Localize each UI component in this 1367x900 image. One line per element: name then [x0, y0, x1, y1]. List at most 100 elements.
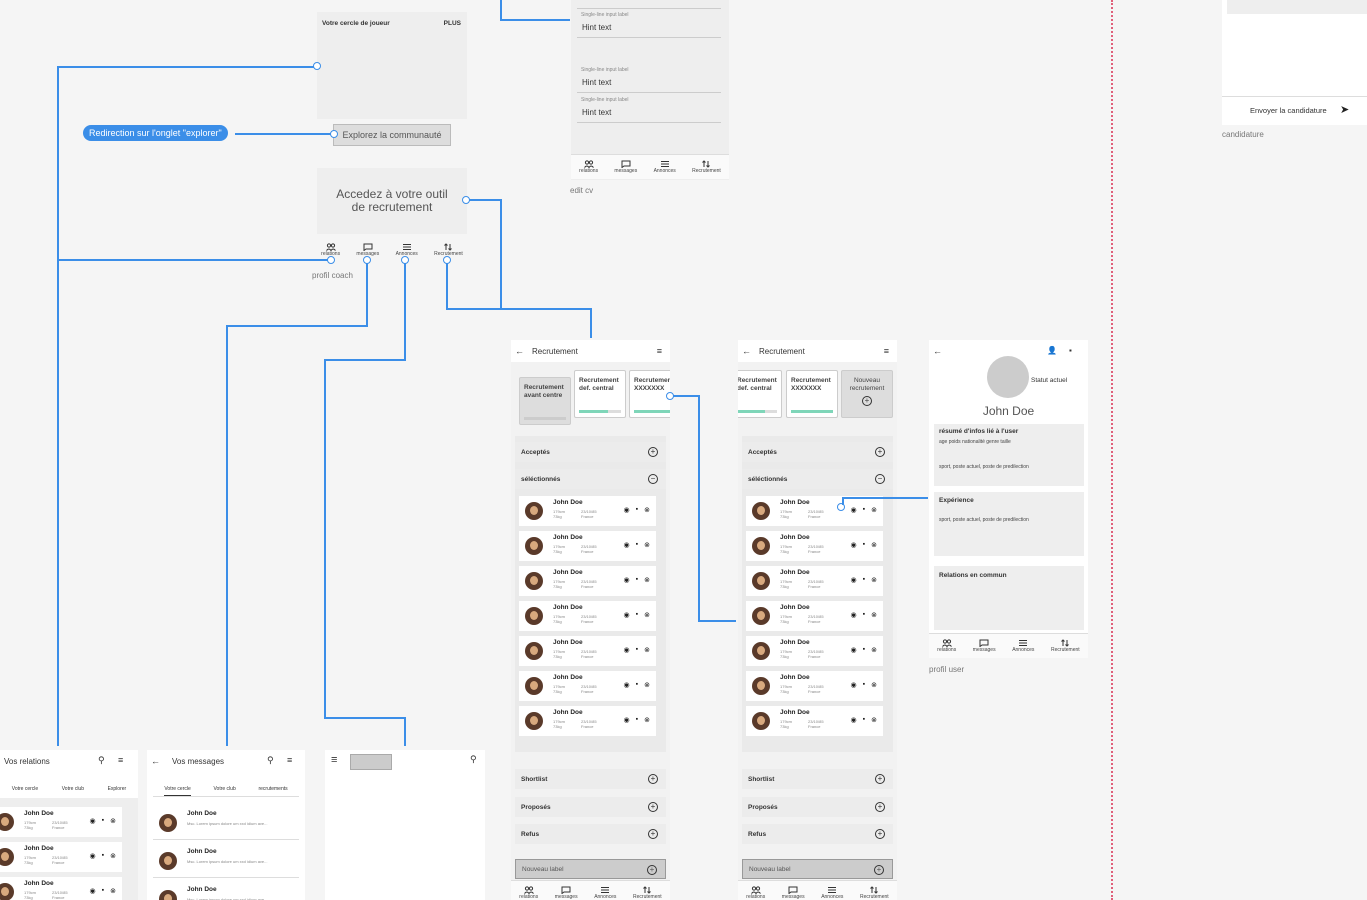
candidate-card[interactable]: John Doe 179cm 73kg 23/10/85 France ◉ ▪ ⊗: [519, 671, 656, 701]
message-icon[interactable]: ▪: [636, 681, 638, 689]
add-icon[interactable]: +: [875, 802, 885, 812]
nav-annonces[interactable]: Annonces: [1012, 639, 1034, 653]
candidate-card[interactable]: John Doe 179cm 73kg 23/10/85 France ◉ ▪ ⊗: [746, 566, 883, 596]
close-icon[interactable]: ⊗: [871, 716, 877, 724]
candidate-card[interactable]: John Doe 179cm 73kg 23/10/85 France ◉ ▪ ⊗: [746, 601, 883, 631]
eye-icon[interactable]: ◉: [624, 506, 630, 514]
candidate-card[interactable]: John Doe 179cm 73kg 23/10/85 France ◉ ▪ ⊗: [746, 496, 883, 526]
message-icon[interactable]: ▪: [102, 817, 104, 825]
eye-icon[interactable]: ◉: [624, 646, 630, 654]
close-icon[interactable]: ⊗: [644, 646, 650, 654]
message-icon[interactable]: ▪: [636, 506, 638, 514]
send-icon[interactable]: ➤: [1340, 103, 1349, 116]
eye-icon[interactable]: ◉: [851, 506, 857, 514]
message-item[interactable]: John Doe Msc. Lorem ipsum dolore um xxd i…: [153, 807, 299, 840]
close-icon[interactable]: ⊗: [644, 611, 650, 619]
nav-relations[interactable]: relations: [579, 160, 598, 174]
search-placeholder-block[interactable]: [350, 754, 392, 770]
close-icon[interactable]: ⊗: [871, 541, 877, 549]
eye-icon[interactable]: ◉: [90, 887, 96, 895]
nav-relations[interactable]: relations: [746, 886, 765, 900]
candidate-card[interactable]: John Doe 179cm 73kg 23/10/85 France ◉ ▪ ⊗: [519, 566, 656, 596]
chip-recrutement-xxxxxxx[interactable]: Recrutement XXXXXXX: [786, 370, 838, 418]
candidate-card[interactable]: John Doe 179cm 73kg 23/10/85 France ◉ ▪ ⊗: [519, 601, 656, 631]
section-proposes[interactable]: Proposés +: [515, 797, 666, 817]
message-icon[interactable]: ▪: [863, 681, 865, 689]
nav-recrutement[interactable]: Recrutement: [633, 886, 662, 900]
collapse-icon[interactable]: −: [648, 474, 658, 484]
close-icon[interactable]: ⊗: [871, 611, 877, 619]
new-recruitment-button[interactable]: Nouveau recrutement +: [841, 370, 893, 418]
search-icon[interactable]: ⚲: [98, 755, 105, 766]
recruitment-tool-card[interactable]: Accedez à votre outil de recrutement: [317, 168, 467, 234]
nav-messages[interactable]: messages: [356, 243, 379, 257]
section-selectionnes[interactable]: séléctionnés −: [742, 469, 893, 489]
candidate-card[interactable]: John Doe 179cm 73kg 23/10/85 France ◉ ▪ ⊗: [519, 636, 656, 666]
candidate-card[interactable]: John Doe 179cm 73kg 23/10/85 France ◉ ▪ ⊗: [746, 531, 883, 561]
add-icon[interactable]: +: [862, 396, 872, 406]
collapse-icon[interactable]: −: [875, 474, 885, 484]
new-label-input[interactable]: Nouveau label +: [742, 859, 893, 879]
nav-annonces[interactable]: Annonces: [654, 160, 676, 174]
eye-icon[interactable]: ◉: [624, 541, 630, 549]
close-icon[interactable]: ⊗: [644, 576, 650, 584]
close-icon[interactable]: ⊗: [644, 506, 650, 514]
nav-relations[interactable]: relations: [519, 886, 538, 900]
eye-icon[interactable]: ◉: [851, 611, 857, 619]
search-icon[interactable]: ⚲: [267, 755, 274, 766]
close-icon[interactable]: ⊗: [871, 646, 877, 654]
eye-icon[interactable]: ◉: [851, 681, 857, 689]
candidate-card[interactable]: John Doe 179cm 73kg 23/10/85 France ◉ ▪ ⊗: [746, 671, 883, 701]
section-refus[interactable]: Refus +: [742, 824, 893, 844]
close-icon[interactable]: ⊗: [871, 506, 877, 514]
nav-recrutement[interactable]: Recrutement: [860, 886, 889, 900]
nav-messages[interactable]: messages: [973, 639, 996, 653]
tab-explorer[interactable]: Explorer: [108, 776, 127, 796]
back-arrow-icon[interactable]: ←: [933, 346, 942, 356]
tab-recrutements[interactable]: recrutements: [258, 776, 287, 796]
close-icon[interactable]: ⊗: [871, 576, 877, 584]
close-icon[interactable]: ⊗: [644, 681, 650, 689]
search-icon[interactable]: ⚲: [470, 754, 477, 765]
candidate-card[interactable]: John Doe 179cm 73kg 23/10/85 France ◉ ▪ ⊗: [519, 531, 656, 561]
chip-recrutement-def-central[interactable]: Recrutement def. central: [738, 370, 782, 418]
candidate-card[interactable]: John Doe 179cm 73kg 23/10/85 France ◉ ▪ ⊗: [746, 636, 883, 666]
chip-recrutement-avant-centre[interactable]: Recrutement avant centre: [519, 377, 571, 425]
message-icon[interactable]: ▪: [863, 611, 865, 619]
add-icon[interactable]: +: [647, 865, 657, 875]
add-icon[interactable]: +: [875, 447, 885, 457]
add-icon[interactable]: +: [875, 774, 885, 784]
add-icon[interactable]: +: [648, 829, 658, 839]
explore-community-button[interactable]: Explorez la communauté: [333, 124, 451, 146]
eye-icon[interactable]: ◉: [624, 576, 630, 584]
candidate-card[interactable]: John Doe 179cm 73kg 23/10/85 France ◉ ▪ ⊗: [519, 706, 656, 736]
back-arrow-icon[interactable]: ←: [742, 346, 751, 356]
menu-icon[interactable]: ≡: [331, 754, 337, 766]
nav-annonces[interactable]: Annonces: [821, 886, 843, 900]
eye-icon[interactable]: ◉: [851, 716, 857, 724]
nav-recrutement[interactable]: Recrutement: [1051, 639, 1080, 653]
message-icon[interactable]: ▪: [102, 887, 104, 895]
nav-annonces[interactable]: Annonces: [594, 886, 616, 900]
candidate-card[interactable]: John Doe 179cm 73kg 23/10/85 France ◉ ▪ ⊗: [746, 706, 883, 736]
tab-votre-cercle[interactable]: Votre cercle: [164, 776, 191, 796]
filter-icon[interactable]: ≡: [287, 755, 292, 765]
close-icon[interactable]: ⊗: [644, 541, 650, 549]
close-icon[interactable]: ⊗: [871, 681, 877, 689]
new-label-input[interactable]: Nouveau label +: [515, 859, 666, 879]
add-icon[interactable]: +: [874, 865, 884, 875]
nav-recrutement[interactable]: Recrutement: [692, 160, 721, 174]
nav-messages[interactable]: messages: [555, 886, 578, 900]
tab-votre-cercle[interactable]: Votre cercle: [12, 776, 38, 796]
cercle-more-link[interactable]: PLUS: [444, 20, 461, 27]
message-icon[interactable]: ▪: [636, 646, 638, 654]
eye-icon[interactable]: ◉: [624, 681, 630, 689]
message-icon[interactable]: ▪: [863, 576, 865, 584]
close-icon[interactable]: ⊗: [110, 887, 116, 895]
input-field-1[interactable]: Hint text: [582, 23, 611, 32]
message-icon[interactable]: ▪: [102, 852, 104, 860]
nav-relations[interactable]: relations: [937, 639, 956, 653]
candidate-card[interactable]: John Doe 179cm 73kg 23/10/85 France ◉ ▪ ⊗: [519, 496, 656, 526]
close-icon[interactable]: ⊗: [644, 716, 650, 724]
message-icon[interactable]: ▪: [863, 506, 865, 514]
